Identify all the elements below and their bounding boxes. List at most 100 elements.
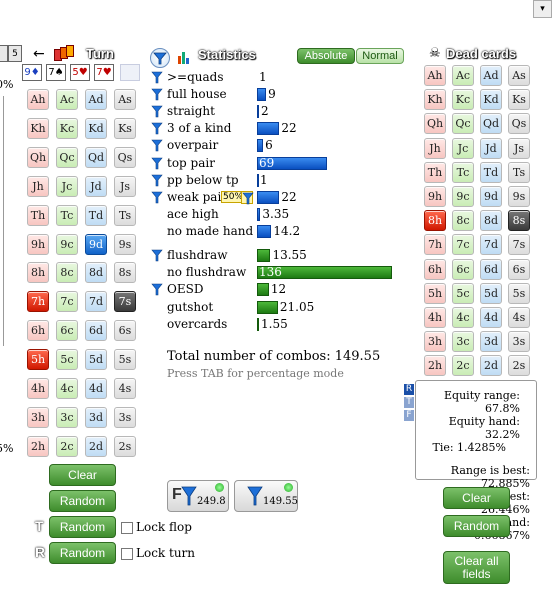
filter-funnel-icon[interactable] [151,105,163,118]
dead-random-button[interactable]: Random [443,515,510,537]
dead-card-5c[interactable]: 5c [452,282,474,304]
dead-card-2s[interactable]: 2s [508,355,530,377]
dead-card-9s[interactable]: 9s [508,186,530,207]
dead-card-js[interactable]: Js [508,137,530,159]
dead-card-5h[interactable]: 5h [424,282,446,304]
turn-card-js[interactable]: Js [114,175,136,197]
filter-turn-button[interactable]: 149.55 [234,480,298,512]
turn-clear-button[interactable]: Clear [49,464,116,486]
normal-mode-button[interactable]: Normal [356,48,404,64]
clear-all-fields-button[interactable]: Clear all fields [443,551,510,584]
turn-card-8s[interactable]: 8s [114,262,136,284]
filter-funnel-icon[interactable] [151,139,163,152]
board-slot-empty[interactable] [120,64,140,81]
turn-card-ad[interactable]: Ad [85,89,107,110]
turn-card-9c[interactable]: 9c [56,233,78,255]
dead-card-td[interactable]: Td [480,161,502,183]
dead-card-7d[interactable]: 7d [480,234,502,256]
dead-card-kd[interactable]: Kd [480,89,502,111]
dead-card-3c[interactable]: 3c [452,331,474,353]
dead-card-3s[interactable]: 3s [508,331,530,353]
dead-card-8d[interactable]: 8d [480,210,502,232]
turn-card-kc[interactable]: Kc [56,117,78,139]
board-card[interactable]: 7♥ [94,64,114,81]
dead-card-6d[interactable]: 6d [480,258,502,280]
dead-card-th[interactable]: Th [424,161,446,183]
turn-card-9s[interactable]: 9s [114,233,136,255]
turn-card-ks[interactable]: Ks [114,117,136,139]
turn-card-7c[interactable]: 7c [56,291,78,313]
turn-card-3d[interactable]: 3d [85,406,107,428]
window-button[interactable]: 5 [8,45,22,62]
dead-card-as[interactable]: As [508,65,530,86]
turn-card-5h[interactable]: 5h [27,349,49,371]
dead-card-2h[interactable]: 2h [424,355,446,377]
turn-card-7h[interactable]: 7h [27,291,49,313]
dead-card-2d[interactable]: 2d [480,355,502,377]
turn-card-jd[interactable]: Jd [85,175,107,197]
dead-card-ad[interactable]: Ad [480,65,502,86]
turn-card-5d[interactable]: 5d [85,349,107,371]
turn-card-8c[interactable]: 8c [56,262,78,284]
turn-card-4d[interactable]: 4d [85,378,107,399]
board-card[interactable]: 7♠ [46,64,66,81]
dead-card-2c[interactable]: 2c [452,355,474,377]
dead-card-kc[interactable]: Kc [452,89,474,111]
turn-card-9d[interactable]: 9d [85,233,107,255]
weak-pair-filter-icon[interactable] [241,190,254,204]
dead-card-8s[interactable]: 8s [508,210,530,232]
turn-card-2h[interactable]: 2h [27,435,49,457]
turn-card-kh[interactable]: Kh [27,117,49,139]
dead-card-4h[interactable]: 4h [424,307,446,328]
random-flop-button[interactable]: Random [49,516,116,538]
turn-card-td[interactable]: Td [85,204,107,226]
window-button[interactable] [0,45,8,62]
dead-card-4c[interactable]: 4c [452,307,474,328]
dead-card-jh[interactable]: Jh [424,137,446,159]
dead-clear-button[interactable]: Clear [443,487,510,509]
turn-card-jc[interactable]: Jc [56,175,78,197]
turn-card-tc[interactable]: Tc [56,204,78,226]
turn-card-qh[interactable]: Qh [27,146,49,168]
filter-funnel-icon[interactable] [151,122,163,135]
turn-card-qd[interactable]: Qd [85,146,107,168]
turn-card-3s[interactable]: 3s [114,406,136,428]
turn-card-7d[interactable]: 7d [85,291,107,313]
turn-card-8d[interactable]: 8d [85,262,107,284]
turn-card-6h[interactable]: 6h [27,320,49,342]
turn-card-2d[interactable]: 2d [85,435,107,457]
turn-card-qs[interactable]: Qs [114,146,136,168]
scroll-arrow-icon[interactable]: ▾ [533,0,552,18]
dead-card-8h[interactable]: 8h [424,210,446,232]
dead-card-ts[interactable]: Ts [508,161,530,183]
turn-card-qc[interactable]: Qc [56,146,78,168]
dead-card-7c[interactable]: 7c [452,234,474,256]
turn-card-th[interactable]: Th [27,204,49,226]
filter-funnel-icon[interactable] [151,157,163,170]
lock-turn-checkbox[interactable] [121,548,133,560]
dead-card-qs[interactable]: Qs [508,113,530,135]
turn-card-as[interactable]: As [114,89,136,110]
turn-card-5s[interactable]: 5s [114,349,136,371]
turn-card-kd[interactable]: Kd [85,117,107,139]
dead-card-ks[interactable]: Ks [508,89,530,111]
dead-card-kh[interactable]: Kh [424,89,446,111]
filter-funnel-icon[interactable] [151,88,163,101]
turn-card-8h[interactable]: 8h [27,262,49,284]
turn-card-3c[interactable]: 3c [56,406,78,428]
filter-funnel-icon[interactable] [151,191,163,204]
turn-card-4c[interactable]: 4c [56,378,78,399]
dead-card-6c[interactable]: 6c [452,258,474,280]
board-card[interactable]: 9♦ [22,64,42,81]
absolute-mode-button[interactable]: Absolute [297,48,355,64]
dead-card-qc[interactable]: Qc [452,113,474,135]
dead-card-jd[interactable]: Jd [480,137,502,159]
turn-card-7s[interactable]: 7s [114,291,136,313]
dead-card-4s[interactable]: 4s [508,307,530,328]
turn-card-5c[interactable]: 5c [56,349,78,371]
turn-card-9h[interactable]: 9h [27,233,49,255]
lock-flop-checkbox[interactable] [121,522,133,534]
filter-funnel-icon[interactable] [151,283,163,296]
dead-card-6h[interactable]: 6h [424,258,446,280]
dead-card-ac[interactable]: Ac [452,65,474,86]
